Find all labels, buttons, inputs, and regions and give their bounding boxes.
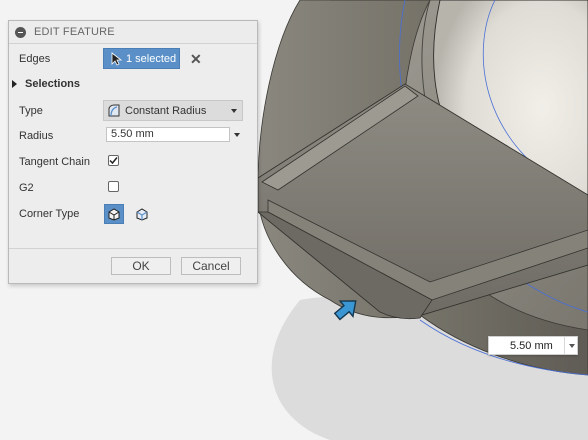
panel-title: EDIT FEATURE bbox=[34, 26, 115, 38]
radius-input[interactable]: 5.50 mm bbox=[106, 127, 230, 142]
tangent-chain-label: Tangent Chain bbox=[19, 156, 90, 168]
ok-button[interactable]: OK bbox=[111, 257, 171, 275]
chevron-down-icon bbox=[231, 109, 237, 113]
corner-type-label: Corner Type bbox=[19, 208, 80, 220]
chevron-down-icon[interactable] bbox=[569, 344, 575, 348]
corner-type-setback-button[interactable] bbox=[132, 204, 152, 224]
collapse-icon[interactable] bbox=[15, 26, 26, 38]
edges-label: Edges bbox=[19, 53, 51, 65]
tangent-chain-checkbox[interactable] bbox=[108, 155, 119, 166]
cancel-button[interactable]: Cancel bbox=[181, 257, 241, 275]
corner-setback-icon bbox=[136, 208, 148, 221]
type-label: Type bbox=[19, 105, 43, 117]
selections-group[interactable]: Selections bbox=[12, 78, 80, 90]
selections-label: Selections bbox=[25, 78, 81, 90]
type-value: Constant Radius bbox=[125, 104, 207, 117]
edges-selection-button[interactable]: 1 selected bbox=[103, 48, 180, 69]
edges-selection-value: 1 selected bbox=[126, 52, 177, 65]
expand-arrow-icon bbox=[12, 80, 17, 88]
chevron-down-icon[interactable] bbox=[234, 133, 240, 137]
checkmark-icon bbox=[109, 157, 118, 165]
type-dropdown[interactable]: Constant Radius bbox=[103, 100, 243, 121]
radius-dimension-input[interactable]: 5.50 mm bbox=[488, 336, 578, 355]
cursor-arrow-icon bbox=[111, 51, 123, 66]
panel-header: EDIT FEATURE bbox=[9, 21, 257, 44]
g2-checkbox[interactable] bbox=[108, 181, 119, 192]
clear-selection-icon[interactable]: ✕ bbox=[190, 51, 202, 68]
fillet-type-icon bbox=[108, 104, 120, 116]
g2-label: G2 bbox=[19, 182, 34, 194]
corner-type-rolling-ball-button[interactable] bbox=[104, 204, 124, 224]
dimension-value: 5.50 mm bbox=[510, 340, 553, 352]
edit-feature-panel: EDIT FEATURE Edges 1 selected ✕ Selectio… bbox=[8, 20, 258, 284]
panel-footer: OK Cancel bbox=[9, 248, 257, 284]
corner-cube-icon bbox=[108, 208, 120, 221]
dimension-divider bbox=[564, 337, 565, 354]
radius-label: Radius bbox=[19, 130, 54, 142]
